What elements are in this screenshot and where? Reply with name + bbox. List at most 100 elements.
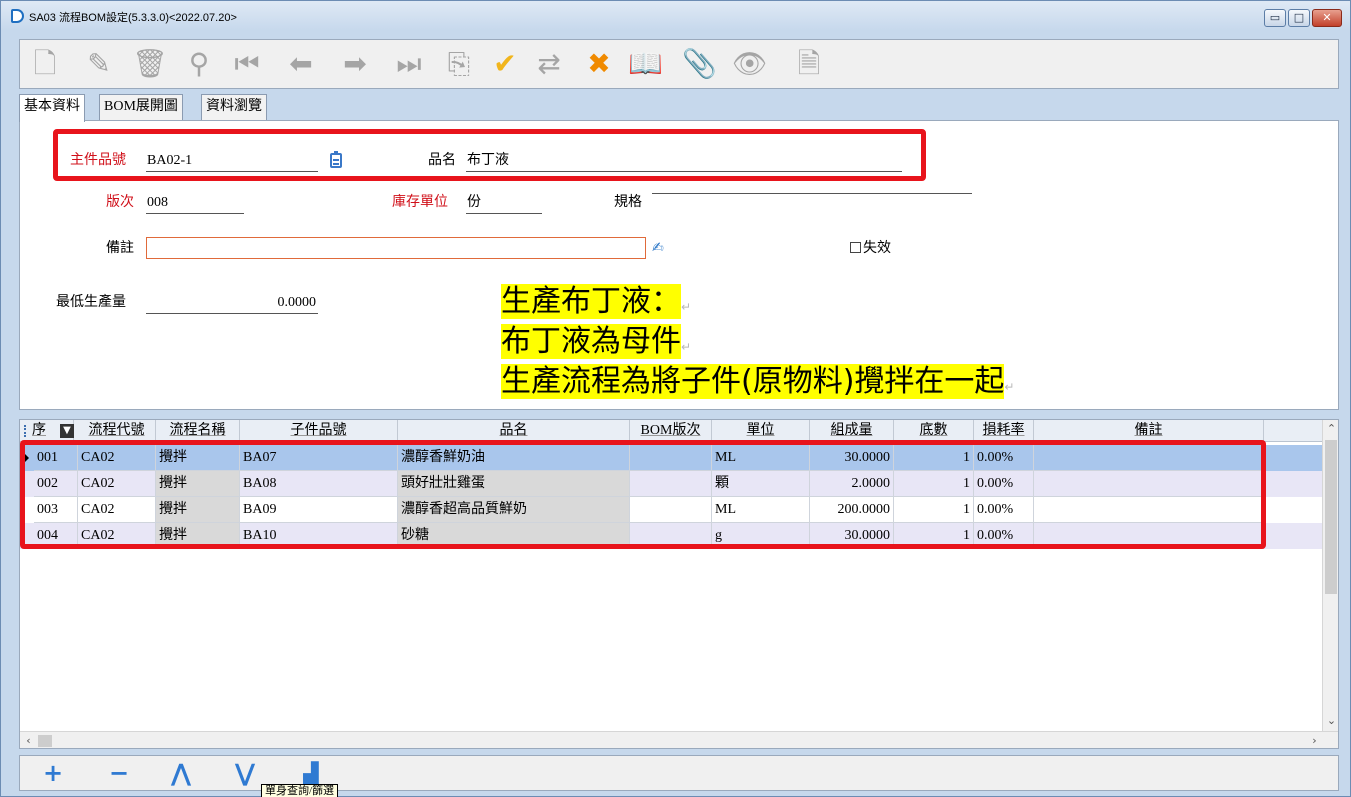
remark-input[interactable]: [146, 237, 646, 259]
cell-qty[interactable]: 30.0000: [810, 523, 894, 549]
column-chooser-handle[interactable]: [24, 425, 28, 437]
item-name-field[interactable]: 布丁液: [466, 151, 902, 172]
cell-proc-name[interactable]: 攪拌: [156, 497, 240, 523]
cell-loss-rate[interactable]: 0.00%: [974, 471, 1034, 497]
spec-field[interactable]: [652, 193, 972, 194]
cell-remark[interactable]: [1034, 471, 1264, 497]
cell-sub-item[interactable]: BA09: [240, 497, 398, 523]
col-bom-version[interactable]: BOM版次: [630, 420, 712, 442]
main-item-no-field[interactable]: BA02-1: [146, 151, 318, 172]
horizontal-scroll-thumb[interactable]: [38, 735, 52, 747]
cell-unit[interactable]: ML: [712, 497, 810, 523]
cell-unit[interactable]: g: [712, 523, 810, 549]
move-down-icon[interactable]: ⋁: [230, 758, 260, 788]
cell-item-name[interactable]: 頭好壯壯雞蛋: [398, 471, 630, 497]
cell-proc-code[interactable]: CA02: [78, 471, 156, 497]
table-row[interactable]: 002 CA02 攪拌 BA08 頭好壯壯雞蛋 顆 2.0000 1 0.00%: [20, 471, 1322, 497]
cell-item-name[interactable]: 砂糖: [398, 523, 630, 549]
cell-loss-rate[interactable]: 0.00%: [974, 445, 1034, 471]
next-record-icon[interactable]: ➡: [338, 46, 372, 82]
cell-bom-version[interactable]: [630, 523, 712, 549]
scroll-up-icon[interactable]: ⌃: [1323, 420, 1338, 438]
cell-unit[interactable]: 顆: [712, 471, 810, 497]
version-field[interactable]: 008: [146, 193, 244, 214]
last-record-icon[interactable]: ⏭: [392, 46, 426, 82]
cell-sub-item[interactable]: BA08: [240, 471, 398, 497]
horizontal-scrollbar[interactable]: ‹ ›: [20, 731, 1338, 748]
cell-base[interactable]: 1: [894, 445, 974, 471]
cell-proc-code[interactable]: CA02: [78, 497, 156, 523]
add-row-icon[interactable]: +: [38, 758, 68, 788]
scroll-left-icon[interactable]: ‹: [20, 732, 37, 748]
col-item-name[interactable]: 品名: [398, 420, 630, 442]
cell-bom-version[interactable]: [630, 471, 712, 497]
cancel-icon[interactable]: ✖: [582, 46, 616, 82]
cell-base[interactable]: 1: [894, 497, 974, 523]
close-button[interactable]: ✕: [1312, 9, 1342, 27]
col-remark[interactable]: 備註: [1034, 420, 1264, 442]
cell-seq[interactable]: 003: [34, 497, 78, 523]
scroll-down-icon[interactable]: ⌄: [1323, 712, 1338, 730]
cell-seq[interactable]: 004: [34, 523, 78, 549]
sort-down-icon[interactable]: ▼: [60, 424, 74, 438]
cell-seq[interactable]: 002: [34, 471, 78, 497]
copy-icon[interactable]: ⎘: [442, 46, 476, 82]
cell-sub-item[interactable]: BA07: [240, 445, 398, 471]
edit-icon[interactable]: ✎: [82, 46, 116, 82]
col-proc-name[interactable]: 流程名稱: [156, 420, 240, 442]
cell-base[interactable]: 1: [894, 471, 974, 497]
col-proc-code[interactable]: 流程代號: [78, 420, 156, 442]
cell-proc-name[interactable]: 攪拌: [156, 445, 240, 471]
cell-proc-name[interactable]: 攪拌: [156, 523, 240, 549]
invalid-checkbox[interactable]: 失效: [850, 239, 891, 259]
cell-proc-name[interactable]: 攪拌: [156, 471, 240, 497]
minimize-button[interactable]: ▭: [1264, 9, 1286, 27]
checkbox-box[interactable]: [850, 242, 861, 253]
cell-unit[interactable]: ML: [712, 445, 810, 471]
cell-qty[interactable]: 200.0000: [810, 497, 894, 523]
new-icon[interactable]: 🗋: [28, 46, 62, 82]
cell-sub-item[interactable]: BA10: [240, 523, 398, 549]
col-loss-rate[interactable]: 損耗率: [974, 420, 1034, 442]
edit-pen-icon[interactable]: ✍: [652, 240, 664, 256]
cell-qty[interactable]: 30.0000: [810, 445, 894, 471]
manual-icon[interactable]: 📖: [628, 46, 663, 82]
tab-bom-tree[interactable]: BOM展開圖: [99, 94, 183, 120]
col-unit[interactable]: 單位: [712, 420, 810, 442]
table-row[interactable]: 004 CA02 攪拌 BA10 砂糖 g 30.0000 1 0.00%: [20, 523, 1322, 549]
stock-unit-field[interactable]: 份: [466, 193, 542, 214]
refresh-icon[interactable]: ⇄: [532, 46, 566, 82]
move-up-icon[interactable]: ⋀: [166, 758, 196, 788]
vertical-scroll-thumb[interactable]: [1325, 440, 1337, 594]
cell-loss-rate[interactable]: 0.00%: [974, 523, 1034, 549]
cell-remark[interactable]: [1034, 497, 1264, 523]
delete-icon[interactable]: 🗑: [132, 46, 168, 82]
scroll-right-icon[interactable]: ›: [1306, 732, 1323, 748]
confirm-icon[interactable]: ✔: [488, 46, 522, 82]
min-qty-field[interactable]: 0.0000: [146, 293, 318, 314]
search-icon[interactable]: ⚲: [182, 46, 216, 82]
excel-export-icon[interactable]: 🗎: [792, 46, 826, 82]
cell-remark[interactable]: [1034, 445, 1264, 471]
cell-base[interactable]: 1: [894, 523, 974, 549]
table-row[interactable]: 003 CA02 攪拌 BA09 濃醇香超高品質鮮奶 ML 200.0000 1…: [20, 497, 1322, 523]
cell-qty[interactable]: 2.0000: [810, 471, 894, 497]
col-base[interactable]: 底數: [894, 420, 974, 442]
tab-data-browse[interactable]: 資料瀏覽: [201, 94, 267, 120]
attachment-icon[interactable]: 📎: [682, 46, 717, 82]
remove-row-icon[interactable]: −: [104, 758, 134, 788]
table-row[interactable]: 001 CA02 攪拌 BA07 濃醇香鮮奶油 ML 30.0000 1 0.0…: [20, 445, 1322, 471]
first-record-icon[interactable]: ⏮: [230, 46, 264, 82]
cell-bom-version[interactable]: [630, 445, 712, 471]
tab-basic-info[interactable]: 基本資料: [19, 94, 85, 122]
cell-seq[interactable]: 001: [34, 445, 78, 471]
previous-record-icon[interactable]: ⬅: [284, 46, 318, 82]
cell-remark[interactable]: [1034, 523, 1264, 549]
preview-icon[interactable]: 👁: [732, 46, 768, 82]
clipboard-lookup-icon[interactable]: [330, 151, 342, 168]
maximize-button[interactable]: □: [1288, 9, 1310, 27]
cell-item-name[interactable]: 濃醇香超高品質鮮奶: [398, 497, 630, 523]
col-sub-item[interactable]: 子件品號: [240, 420, 398, 442]
cell-loss-rate[interactable]: 0.00%: [974, 497, 1034, 523]
col-qty[interactable]: 組成量: [810, 420, 894, 442]
